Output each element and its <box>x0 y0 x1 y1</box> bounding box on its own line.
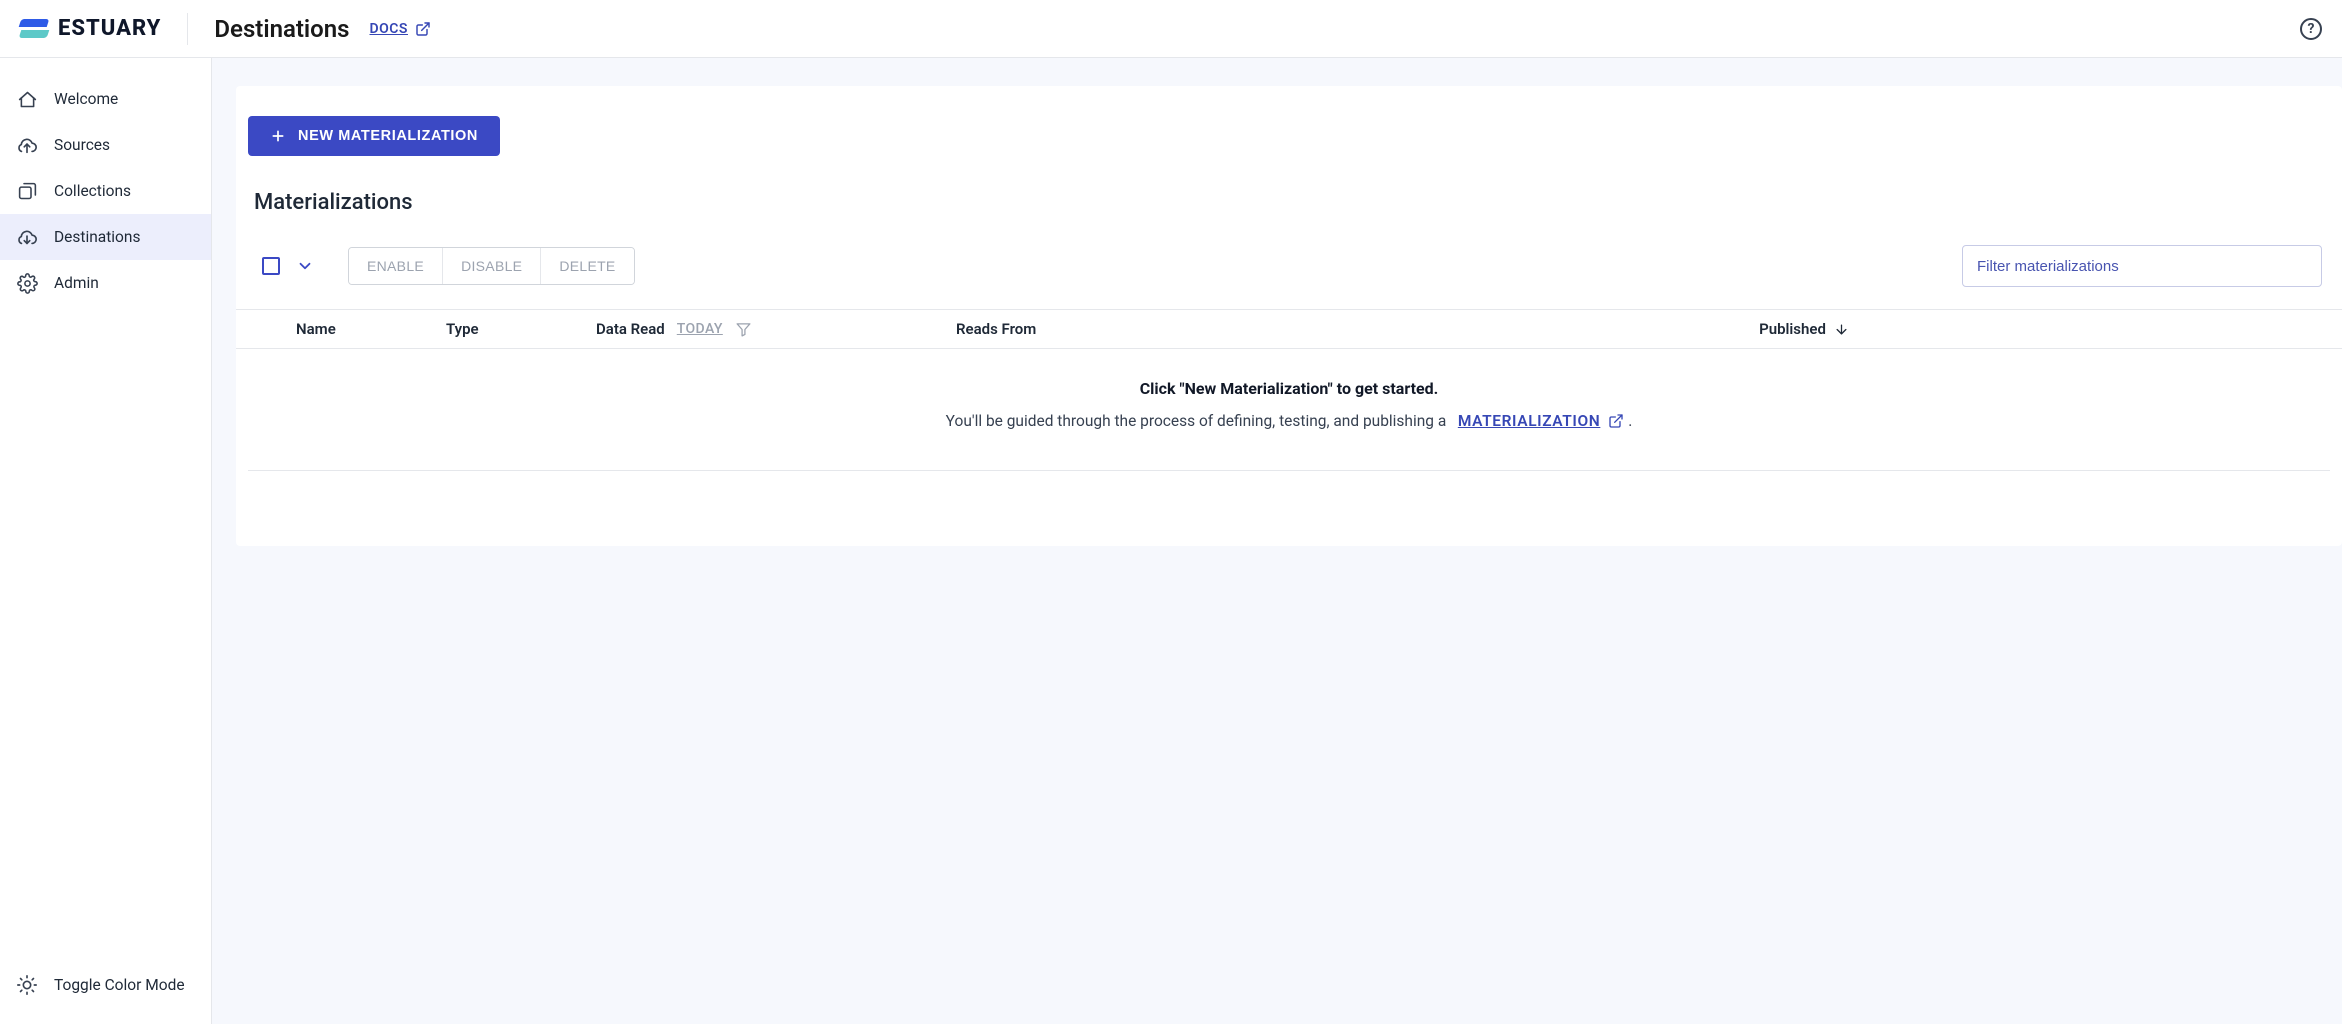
chevron-down-icon <box>296 257 314 275</box>
col-data-read[interactable]: Data Read <box>596 320 665 338</box>
header: ESTUARY Destinations DOCS ? <box>0 0 2342 58</box>
gear-icon <box>16 272 38 294</box>
cloud-download-icon <box>16 226 38 248</box>
toggle-color-mode[interactable]: Toggle Color Mode <box>16 974 195 996</box>
sidebar-item-admin[interactable]: Admin <box>0 260 211 306</box>
table-header: Name Type Data Read TODAY Reads From Pub… <box>236 309 2342 349</box>
docs-label: DOCS <box>370 21 408 37</box>
brand-mark-icon <box>20 15 48 43</box>
filter-input[interactable] <box>1962 245 2322 287</box>
col-name[interactable]: Name <box>296 320 446 338</box>
data-read-range[interactable]: TODAY <box>677 321 723 337</box>
cloud-upload-icon <box>16 134 38 156</box>
sidebar-item-welcome[interactable]: Welcome <box>0 76 211 122</box>
delete-button[interactable]: DELETE <box>540 248 633 284</box>
main: NEW MATERIALIZATION Materializations ENA… <box>212 58 2342 1024</box>
sidebar-item-label: Sources <box>54 136 110 154</box>
plus-icon <box>270 128 286 144</box>
external-link-icon <box>1608 413 1624 429</box>
sidebar-item-collections[interactable]: Collections <box>0 168 211 214</box>
materialization-link-label: MATERIALIZATION <box>1458 408 1601 434</box>
new-materialization-button[interactable]: NEW MATERIALIZATION <box>248 116 500 156</box>
sidebar-item-label: Welcome <box>54 90 118 108</box>
brand-logo[interactable]: ESTUARY <box>20 15 161 43</box>
col-reads-from[interactable]: Reads From <box>956 320 1266 338</box>
external-link-icon <box>415 21 431 37</box>
help-button[interactable]: ? <box>2300 18 2322 40</box>
empty-state: Click "New Materialization" to get start… <box>248 349 2330 471</box>
sidebar-item-destinations[interactable]: Destinations <box>0 214 211 260</box>
content-card: NEW MATERIALIZATION Materializations ENA… <box>236 86 2342 546</box>
empty-sub-suffix: . <box>1628 412 1632 430</box>
section-title: Materializations <box>254 190 2342 215</box>
table-toolbar: ENABLE DISABLE DELETE <box>256 245 2322 287</box>
divider <box>187 13 188 45</box>
empty-sub-prefix: You'll be guided through the process of … <box>946 412 1447 430</box>
toggle-label: Toggle Color Mode <box>54 976 185 994</box>
sidebar-item-label: Destinations <box>54 228 140 246</box>
empty-subtitle: You'll be guided through the process of … <box>268 408 2310 434</box>
sidebar-item-label: Collections <box>54 182 131 200</box>
select-all-checkbox[interactable] <box>262 257 280 275</box>
empty-title: Click "New Materialization" to get start… <box>268 379 2310 398</box>
sort-desc-icon <box>1834 322 1849 337</box>
sidebar: Welcome Sources Collections <box>0 58 212 1024</box>
col-published[interactable]: Published <box>1759 320 1826 338</box>
filter-icon[interactable] <box>735 321 752 338</box>
brand-name: ESTUARY <box>58 16 161 41</box>
materialization-link[interactable]: MATERIALIZATION <box>1458 408 1625 434</box>
new-button-label: NEW MATERIALIZATION <box>298 128 478 144</box>
home-icon <box>16 88 38 110</box>
collections-icon <box>16 180 38 202</box>
select-menu-trigger[interactable] <box>296 257 314 275</box>
page-title: Destinations <box>214 15 349 43</box>
disable-button[interactable]: DISABLE <box>442 248 540 284</box>
sidebar-item-label: Admin <box>54 274 99 292</box>
col-type[interactable]: Type <box>446 320 596 338</box>
sun-icon <box>16 974 38 996</box>
bulk-actions: ENABLE DISABLE DELETE <box>348 247 635 285</box>
sidebar-item-sources[interactable]: Sources <box>0 122 211 168</box>
docs-link[interactable]: DOCS <box>370 21 431 37</box>
enable-button[interactable]: ENABLE <box>349 248 442 284</box>
